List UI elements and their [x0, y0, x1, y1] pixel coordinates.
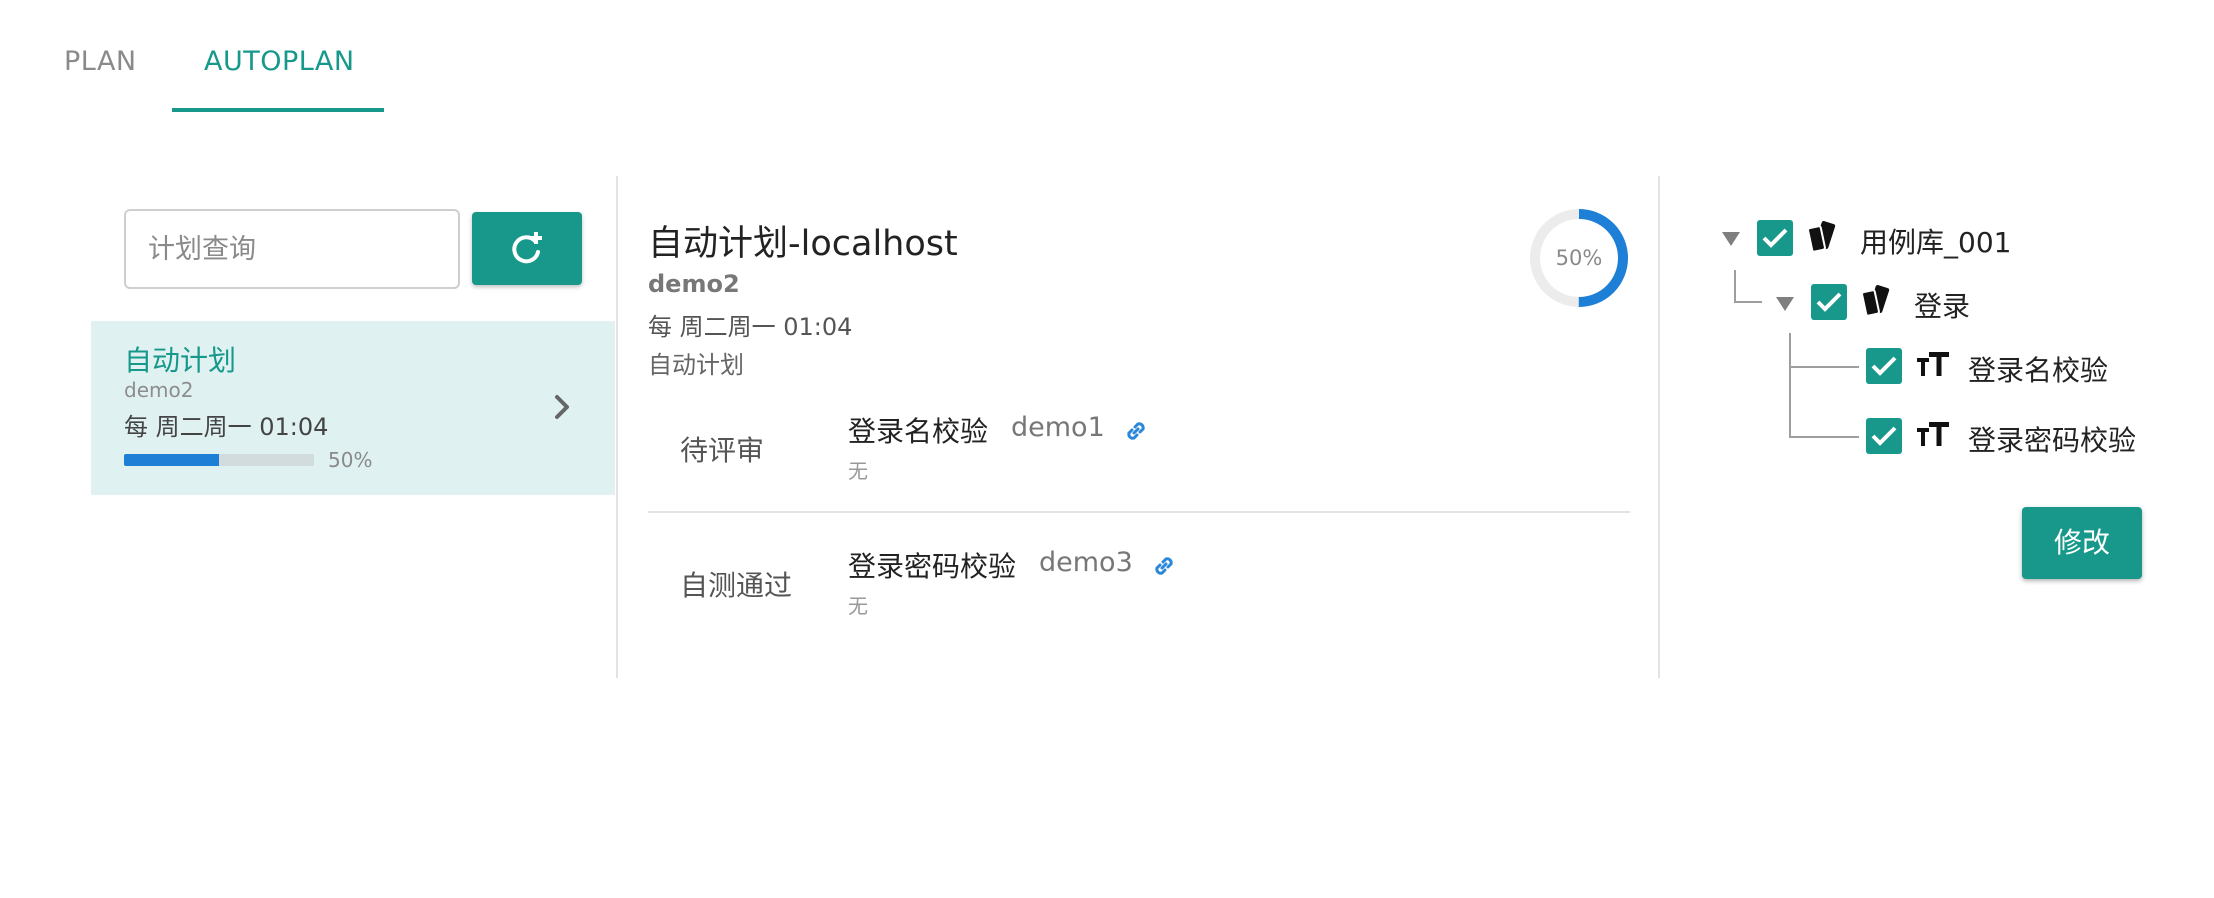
tree-node-label[interactable]: 登录名校验: [1968, 349, 2108, 389]
tree-node-label[interactable]: 登录: [1914, 285, 1970, 325]
plan-list-item[interactable]: 自动计划 demo2 每 周二周一 01:04 50%: [91, 321, 615, 495]
tree-node-checkbox[interactable]: [1866, 418, 1902, 454]
library-icon: [1807, 220, 1836, 253]
tree-node-checkbox[interactable]: [1811, 284, 1847, 320]
case-status: 自测通过: [680, 569, 793, 602]
check-icon: [1871, 426, 1897, 446]
library-icon: [1861, 284, 1890, 317]
column-divider-right: [1658, 176, 1660, 678]
plan-item-progress-fill: [124, 454, 219, 466]
tree-expand-caret[interactable]: [1776, 297, 1794, 311]
plan-item-progress-label: 50%: [328, 448, 373, 472]
plan-item-progress-bar: [124, 454, 314, 466]
check-icon: [1816, 292, 1842, 312]
tree-node-checkbox[interactable]: [1757, 220, 1793, 256]
text-case-icon: [1917, 352, 1949, 376]
case-note: 无: [848, 594, 868, 618]
plan-detail-title: 自动计划-localhost: [648, 224, 958, 264]
case-status: 待评审: [680, 434, 765, 467]
case-divider: [648, 511, 1630, 513]
tree-node-checkbox[interactable]: [1866, 348, 1902, 384]
check-icon: [1871, 356, 1897, 376]
plan-detail-project: demo2: [648, 270, 740, 298]
plan-detail-schedule: 每 周二周一 01:04: [648, 313, 853, 341]
tab-autoplan[interactable]: AUTOPLAN: [204, 46, 355, 77]
text-case-icon: [1917, 422, 1949, 446]
case-name: 登录密码校验: [848, 550, 1017, 583]
link-icon[interactable]: [1122, 417, 1150, 445]
tree-node-label[interactable]: 登录密码校验: [1968, 419, 2136, 459]
case-user: demo3: [1039, 547, 1133, 578]
tree-connector: [1789, 436, 1859, 438]
tree-connector: [1734, 270, 1736, 302]
refresh-plus-icon: [512, 232, 542, 264]
progress-donut-label: 50%: [1556, 246, 1603, 270]
active-tab-indicator: [172, 108, 384, 112]
edit-button[interactable]: 修改: [2022, 507, 2142, 579]
tab-plan[interactable]: PLAN: [64, 46, 137, 77]
plan-detail-type: 自动计划: [648, 351, 744, 379]
add-plan-button[interactable]: [472, 212, 582, 285]
tree-connector: [1734, 301, 1762, 303]
plan-item-schedule: 每 周二周一 01:04: [124, 413, 329, 441]
case-user: demo1: [1011, 412, 1105, 443]
plan-item-title: 自动计划: [124, 344, 237, 377]
check-icon: [1762, 228, 1788, 248]
tree-connector: [1789, 333, 1791, 437]
plan-search-input[interactable]: [124, 209, 460, 289]
tree-expand-caret[interactable]: [1722, 232, 1740, 246]
column-divider-left: [616, 176, 618, 678]
link-icon[interactable]: [1150, 552, 1178, 580]
case-note: 无: [848, 459, 868, 483]
tree-node-label[interactable]: 用例库_001: [1860, 221, 2011, 261]
plan-item-project: demo2: [124, 378, 194, 402]
chevron-right-icon: [555, 395, 569, 419]
tree-connector: [1789, 366, 1859, 368]
progress-donut: 50%: [1530, 209, 1628, 307]
case-name: 登录名校验: [848, 415, 989, 448]
